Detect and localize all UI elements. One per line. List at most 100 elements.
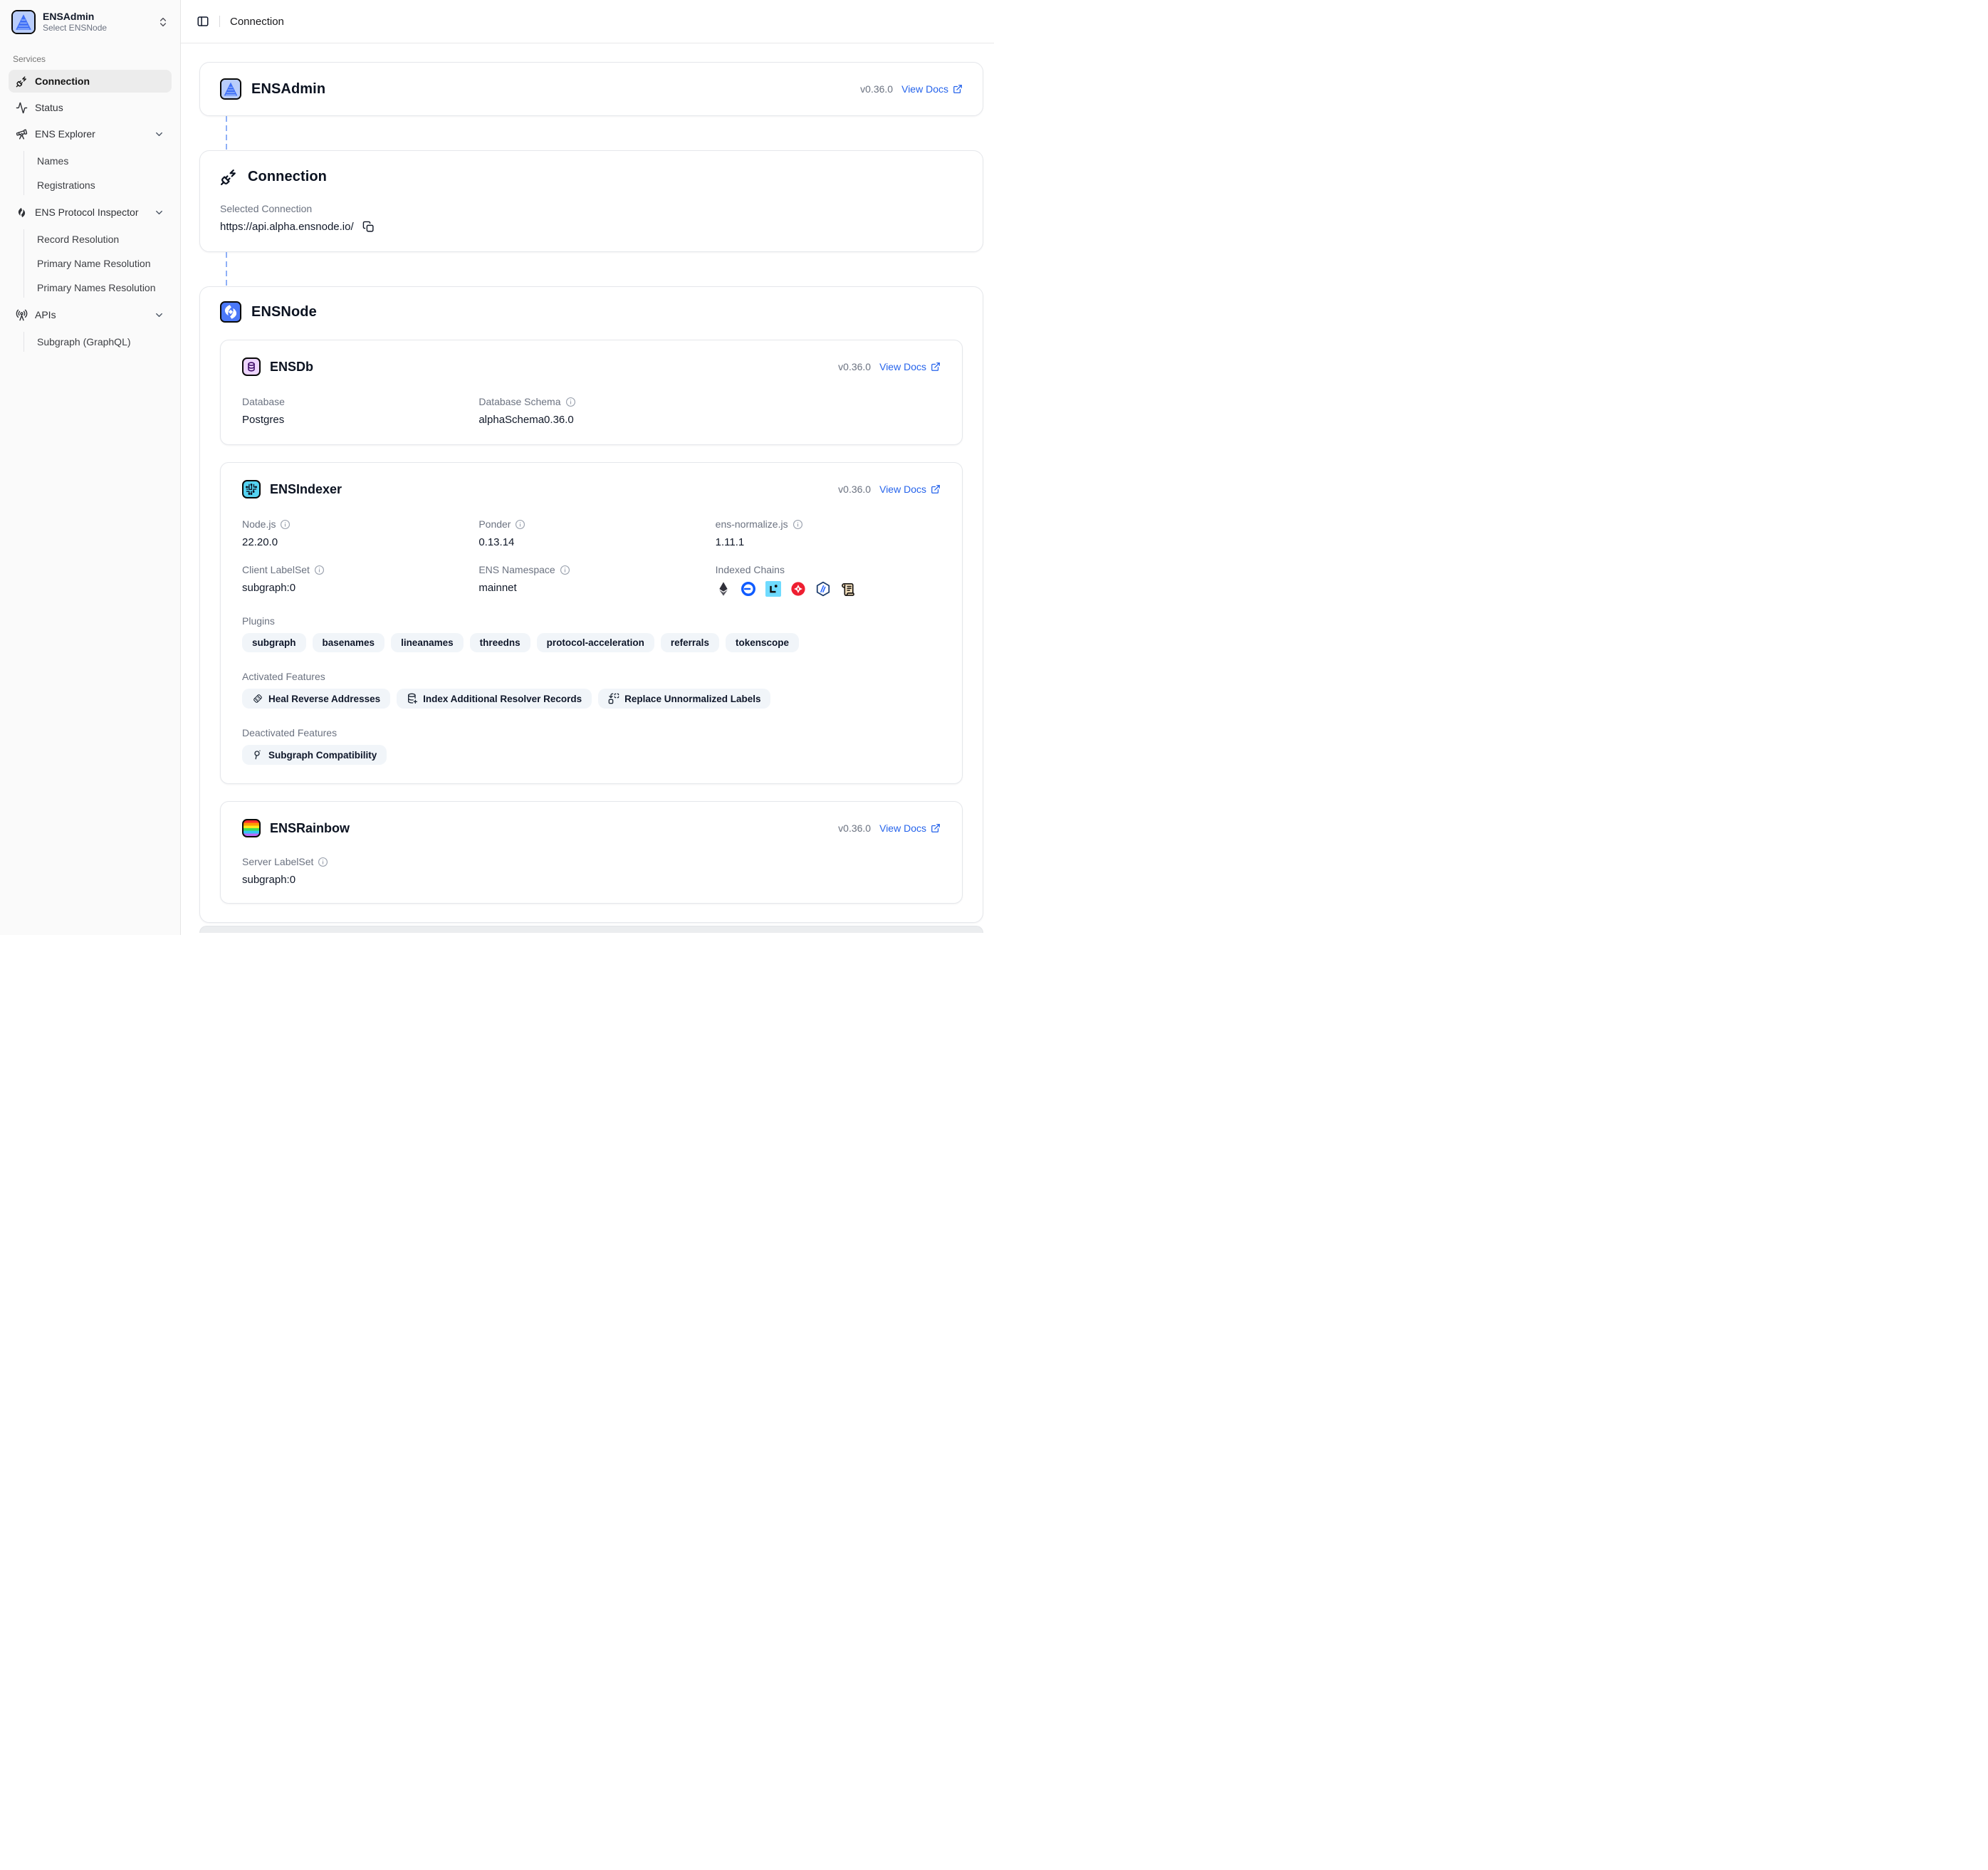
topbar: Connection — [181, 0, 994, 43]
external-link-icon — [931, 484, 941, 494]
view-docs-link[interactable]: View Docs — [879, 484, 941, 495]
sidebar-item-label: ENS Protocol Inspector — [35, 207, 139, 218]
info-icon[interactable] — [560, 565, 570, 575]
main-area: Connection ENSAdmin v0.36.0 — [181, 0, 994, 935]
external-link-icon — [931, 823, 941, 833]
content: ENSAdmin v0.36.0 View Docs — [181, 43, 994, 933]
apis-subnav: Subgraph (GraphQL) — [23, 332, 172, 352]
scroll-chain-icon — [840, 581, 856, 597]
version-label: v0.36.0 — [838, 484, 871, 495]
ensnode-logo-icon — [220, 301, 241, 323]
chevron-down-icon — [154, 129, 164, 140]
plug-zap-icon — [16, 75, 28, 88]
field-value: subgraph:0 — [242, 874, 941, 886]
breadcrumb: Connection — [230, 16, 284, 28]
sidebar-item-label: Connection — [35, 75, 90, 87]
field-value: alphaSchema0.36.0 — [478, 414, 703, 426]
ensdb-logo-icon — [242, 357, 261, 376]
ensrainbow-logo-icon — [242, 819, 261, 837]
replace-icon — [608, 693, 619, 704]
database-plus-icon — [407, 693, 418, 704]
field-value: subgraph:0 — [242, 582, 467, 594]
ensdb-card: ENSDb v0.36.0 View Docs — [220, 340, 963, 445]
info-icon[interactable] — [565, 397, 576, 407]
view-docs-link[interactable]: View Docs — [901, 83, 963, 95]
view-docs-link[interactable]: View Docs — [879, 822, 941, 834]
sidebar-item-ens-explorer[interactable]: ENS Explorer — [9, 122, 172, 145]
deactivated-features-row: Subgraph Compatibility — [242, 745, 941, 765]
field-label: Node.js — [242, 518, 276, 530]
feature-label: Replace Unnormalized Labels — [624, 694, 760, 704]
feature-chip-index-additional-resolver-records: Index Additional Resolver Records — [397, 689, 592, 709]
connector-line — [226, 252, 227, 286]
plugin-chip: subgraph — [242, 633, 306, 652]
field-label: ens-normalize.js — [716, 518, 788, 530]
plugin-chip: protocol-acceleration — [537, 633, 654, 652]
external-link-icon — [931, 362, 941, 372]
sidebar-item-label: APIs — [35, 309, 56, 320]
ensnode-card: ENSNode ENSDb v — [199, 286, 983, 923]
sidebar-item-registrations[interactable]: Registrations — [37, 175, 172, 195]
ensrainbow-card: ENSRainbow v0.36.0 View Docs — [220, 801, 963, 904]
connector-line — [226, 116, 227, 150]
field-server-labelset: Server LabelSet subgraph:0 — [242, 856, 941, 886]
field-label: Server LabelSet — [242, 856, 313, 867]
panel-left-icon[interactable] — [197, 15, 209, 28]
sidebar-item-primary-name-resolution[interactable]: Primary Name Resolution — [37, 254, 172, 273]
field-value: mainnet — [478, 582, 703, 594]
sidebar-item-record-resolution[interactable]: Record Resolution — [37, 229, 172, 249]
field-ens-namespace: ENS Namespace mainnet — [478, 564, 703, 597]
info-icon[interactable] — [280, 519, 291, 530]
plugin-chip: threedns — [470, 633, 530, 652]
feature-label: Heal Reverse Addresses — [268, 694, 380, 704]
card-title: Connection — [248, 169, 327, 185]
protocol-inspector-subnav: Record Resolution Primary Name Resolutio… — [23, 229, 172, 298]
base-chain-icon — [741, 581, 756, 597]
card-title: ENSNode — [251, 304, 317, 320]
sidebar-item-names[interactable]: Names — [37, 151, 172, 171]
sidebar-app-name: ENSAdmin — [43, 11, 150, 23]
field-indexed-chains: Indexed Chains — [716, 564, 941, 597]
info-icon[interactable] — [314, 565, 325, 575]
plugins-row: subgraph basenames lineanames threedns p… — [242, 633, 941, 652]
waypoint-icon — [252, 749, 263, 761]
info-icon[interactable] — [515, 519, 525, 530]
copy-icon[interactable] — [362, 221, 375, 233]
feature-label: Subgraph Compatibility — [268, 750, 377, 761]
sidebar-item-status[interactable]: Status — [9, 96, 172, 119]
bandage-icon — [252, 693, 263, 704]
field-label: Client LabelSet — [242, 564, 310, 575]
ens-explorer-subnav: Names Registrations — [23, 151, 172, 195]
field-client-labelset: Client LabelSet subgraph:0 — [242, 564, 467, 597]
chevrons-up-down-icon[interactable] — [157, 16, 169, 28]
view-docs-link[interactable]: View Docs — [879, 361, 941, 372]
feature-chip-heal-reverse-addresses: Heal Reverse Addresses — [242, 689, 390, 709]
feature-chip-replace-unnormalized-labels: Replace Unnormalized Labels — [598, 689, 770, 709]
selected-connection-label: Selected Connection — [220, 203, 963, 214]
info-icon[interactable] — [792, 519, 803, 530]
chevron-down-icon — [154, 310, 164, 320]
ensnode-selector[interactable]: ENSAdmin Select ENSNode — [9, 9, 172, 36]
sidebar: ENSAdmin Select ENSNode Services Connect… — [0, 0, 181, 935]
sidebar-item-apis[interactable]: APIs — [9, 303, 172, 326]
sidebar-item-connection[interactable]: Connection — [9, 70, 172, 93]
chevron-down-icon — [154, 207, 164, 218]
sidebar-item-ens-protocol-inspector[interactable]: ENS Protocol Inspector — [9, 201, 172, 224]
plugin-chip: tokenscope — [726, 633, 799, 652]
linea-chain-icon — [765, 581, 781, 597]
card-title: ENSDb — [270, 360, 313, 375]
card-title: ENSAdmin — [251, 81, 325, 98]
info-icon[interactable] — [318, 857, 328, 867]
field-value: 0.13.14 — [478, 536, 703, 548]
field-label: Ponder — [478, 518, 511, 530]
app-root: ENSAdmin Select ENSNode Services Connect… — [0, 0, 994, 935]
external-link-icon — [953, 84, 963, 94]
version-label: v0.36.0 — [838, 822, 871, 834]
sidebar-item-primary-names-resolution[interactable]: Primary Names Resolution — [37, 278, 172, 298]
field-label: ENS Namespace — [478, 564, 555, 575]
sidebar-item-subgraph-graphql[interactable]: Subgraph (GraphQL) — [37, 332, 172, 352]
ensindexer-card: ENSIndexer v0.36.0 View Docs — [220, 462, 963, 784]
next-card-sliver — [199, 926, 983, 933]
arbitrum-chain-icon — [815, 581, 831, 597]
deactivated-features-label: Deactivated Features — [242, 727, 941, 738]
